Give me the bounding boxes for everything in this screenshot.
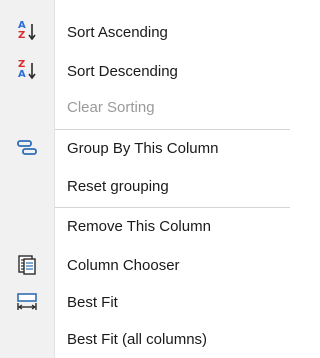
column-chooser-icon — [0, 248, 54, 282]
menu-item-label: Best Fit (all columns) — [67, 330, 208, 348]
menu-item-sort-descending[interactable]: Z A Sort Descending — [0, 54, 290, 88]
menu-item-label: Best Fit — [67, 293, 118, 311]
menu-item-label: Reset grouping — [67, 177, 169, 195]
context-menu: A Z Sort Ascending Z A Sort Descending C… — [0, 0, 290, 358]
menu-item-column-chooser[interactable]: Column Chooser — [0, 248, 290, 282]
group-by-icon — [0, 131, 54, 165]
menu-separator — [55, 207, 290, 208]
menu-item-label: Clear Sorting — [67, 98, 155, 116]
menu-item-label: Remove This Column — [67, 217, 211, 235]
best-fit-icon — [0, 285, 54, 319]
menu-item-group-by-column[interactable]: Group By This Column — [0, 131, 290, 165]
menu-separator — [55, 129, 290, 130]
menu-item-reset-grouping[interactable]: Reset grouping — [0, 169, 290, 203]
sort-descending-icon: Z A — [0, 54, 54, 88]
menu-item-best-fit-all-columns[interactable]: Best Fit (all columns) — [0, 322, 290, 356]
sort-ascending-icon: A Z — [0, 15, 54, 49]
menu-item-label: Sort Descending — [67, 62, 178, 80]
menu-item-clear-sorting[interactable]: Clear Sorting — [0, 90, 290, 124]
menu-item-best-fit[interactable]: Best Fit — [0, 285, 290, 319]
menu-item-sort-ascending[interactable]: A Z Sort Ascending — [0, 15, 290, 49]
menu-item-label: Group By This Column — [67, 139, 219, 157]
menu-item-remove-column[interactable]: Remove This Column — [0, 209, 290, 243]
menu-item-label: Sort Ascending — [67, 23, 168, 41]
menu-item-label: Column Chooser — [67, 256, 180, 274]
